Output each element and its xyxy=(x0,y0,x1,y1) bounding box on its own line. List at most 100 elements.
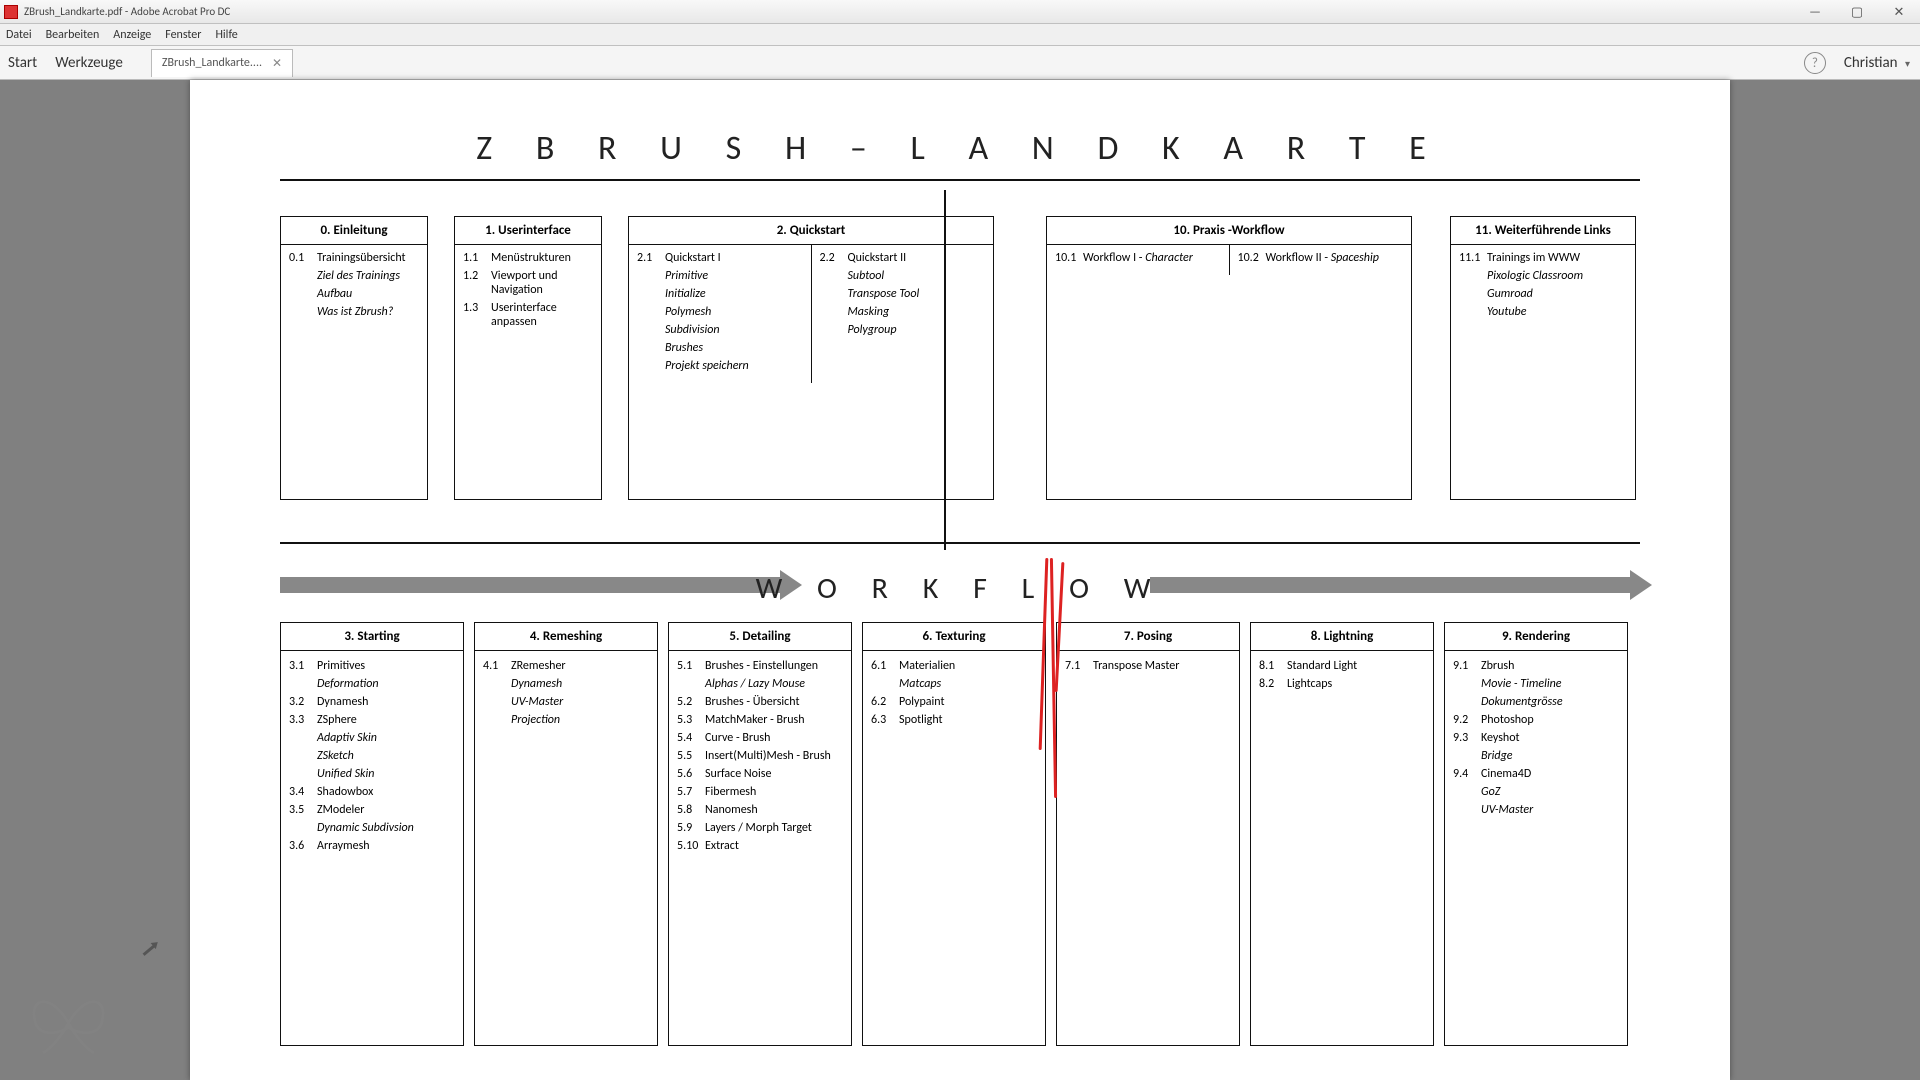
list-item: 5.4Curve - Brush xyxy=(677,731,843,745)
list-item: 3.5ZModeler xyxy=(289,803,455,817)
sub: Masking xyxy=(848,305,986,319)
card-w6: 6. Texturing6.1MaterialienMatcaps6.2Poly… xyxy=(862,622,1046,1046)
sub: Aufbau xyxy=(317,287,419,301)
card-w3: 3. Starting3.1PrimitivesDeformation3.2Dy… xyxy=(280,622,464,1046)
list-item: 9.1Zbrush xyxy=(1453,659,1619,673)
sub: Movie - Timeline xyxy=(1481,677,1619,691)
sub: Primitive xyxy=(665,269,803,283)
idx: 5.5 xyxy=(677,749,705,763)
card-w7: 7. Posing7.1Transpose Master xyxy=(1056,622,1240,1046)
list-item: 4.1ZRemesher xyxy=(483,659,649,673)
sub: Pixologic Classroom xyxy=(1487,269,1627,283)
idx: 8.2 xyxy=(1259,677,1287,691)
menu-bearbeiten[interactable]: Bearbeiten xyxy=(46,28,100,42)
sub: Dynamesh xyxy=(511,677,649,691)
item: Extract xyxy=(705,839,739,853)
tab-tools[interactable]: Werkzeuge xyxy=(55,54,123,72)
card-body: 5.1Brushes - EinstellungenAlphas / Lazy … xyxy=(669,651,851,865)
card-head: 10. Praxis -Workflow xyxy=(1047,217,1411,245)
item: Photoshop xyxy=(1481,713,1534,727)
document-tab[interactable]: ZBrush_Landkarte.... ✕ xyxy=(151,49,293,77)
main-toolbar: Start Werkzeuge ZBrush_Landkarte.... ✕ ?… xyxy=(0,46,1920,80)
menu-hilfe[interactable]: Hilfe xyxy=(215,28,237,42)
card-einleitung: 0. Einleitung 0.1Trainingsübersicht Ziel… xyxy=(280,216,428,500)
item: Quickstart I xyxy=(665,251,721,265)
help-icon[interactable]: ? xyxy=(1804,52,1826,74)
window-title: ZBrush_Landkarte.pdf - Adobe Acrobat Pro… xyxy=(24,5,230,18)
tab-start[interactable]: Start xyxy=(8,54,37,72)
card-head: 8. Lightning xyxy=(1251,623,1433,651)
idx: 1.3 xyxy=(463,301,491,329)
card-head: 9. Rendering xyxy=(1445,623,1627,651)
list-item: 3.1Primitives xyxy=(289,659,455,673)
item: MatchMaker - Brush xyxy=(705,713,805,727)
idx: 9.1 xyxy=(1453,659,1481,673)
list-item: 5.7Fibermesh xyxy=(677,785,843,799)
document-viewport[interactable]: Z B R U S H – L A N D K A R T E 0. Einle… xyxy=(0,80,1920,1080)
idx: 2.1 xyxy=(637,251,665,265)
close-button[interactable]: ✕ xyxy=(1878,0,1920,24)
item: Standard Light xyxy=(1287,659,1357,673)
item: Fibermesh xyxy=(705,785,756,799)
item: ZModeler xyxy=(317,803,364,817)
item: Primitives xyxy=(317,659,365,673)
sub: Brushes xyxy=(665,341,803,355)
idx: 5.3 xyxy=(677,713,705,727)
item: Workflow II - Spaceship xyxy=(1266,251,1379,265)
card-head: 4. Remeshing xyxy=(475,623,657,651)
card-head: 3. Starting xyxy=(281,623,463,651)
menu-datei[interactable]: Datei xyxy=(6,28,32,42)
idx: 9.3 xyxy=(1453,731,1481,745)
list-item: 5.8Nanomesh xyxy=(677,803,843,817)
card-body: 9.1ZbrushMovie - TimelineDokumentgrösse9… xyxy=(1445,651,1627,829)
card-head: 1. Userinterface xyxy=(455,217,601,245)
user-menu[interactable]: Christian ▾ xyxy=(1844,54,1910,72)
card-head: 2. Quickstart xyxy=(629,217,993,245)
item: Curve - Brush xyxy=(705,731,770,745)
item: Viewport und Navigation xyxy=(491,269,593,297)
card-body: 6.1MaterialienMatcaps6.2Polypaint6.3Spot… xyxy=(863,651,1045,739)
list-item: 8.1Standard Light xyxy=(1259,659,1425,673)
list-item: 6.2Polypaint xyxy=(871,695,1037,709)
idx: 5.7 xyxy=(677,785,705,799)
chevron-down-icon: ▾ xyxy=(1905,57,1910,70)
item: Trainings im WWW xyxy=(1487,251,1580,265)
sub: Ziel des Trainings xyxy=(317,269,419,283)
card-head: 11. Weiterführende Links xyxy=(1451,217,1635,245)
item: Keyshot xyxy=(1481,731,1520,745)
list-item: 7.1Transpose Master xyxy=(1065,659,1231,673)
top-card-row: 0. Einleitung 0.1Trainingsübersicht Ziel… xyxy=(280,216,1640,500)
item: Brushes - Übersicht xyxy=(705,695,799,709)
sub: Deformation xyxy=(317,677,455,691)
app-icon xyxy=(4,5,18,19)
card-quickstart: 2. Quickstart 2.1Quickstart I Primitive … xyxy=(628,216,994,500)
item: Workflow I - Character xyxy=(1083,251,1193,265)
sub: Subtool xyxy=(848,269,986,283)
document-tab-label: ZBrush_Landkarte.... xyxy=(162,56,262,70)
idx: 5.2 xyxy=(677,695,705,709)
minimize-button[interactable]: — xyxy=(1794,0,1836,24)
idx: 6.3 xyxy=(871,713,899,727)
card-body: 8.1Standard Light 8.2Lightcaps xyxy=(1251,651,1433,703)
list-item: 3.4Shadowbox xyxy=(289,785,455,799)
user-label: Christian xyxy=(1844,54,1898,72)
list-item: 5.5Insert(Multi)Mesh - Brush xyxy=(677,749,843,763)
maximize-button[interactable]: ▢ xyxy=(1836,0,1878,24)
pdf-page: Z B R U S H – L A N D K A R T E 0. Einle… xyxy=(190,80,1730,1080)
idx: 1.2 xyxy=(463,269,491,297)
item: Materialien xyxy=(899,659,955,673)
idx: 3.2 xyxy=(289,695,317,709)
card-links: 11. Weiterführende Links 11.1Trainings i… xyxy=(1450,216,1636,500)
close-tab-icon[interactable]: ✕ xyxy=(272,56,282,71)
item: Polypaint xyxy=(899,695,945,709)
list-item: 5.10Extract xyxy=(677,839,843,853)
item: Layers / Morph Target xyxy=(705,821,812,835)
item: Lightcaps xyxy=(1287,677,1332,691)
list-item: 5.9Layers / Morph Target xyxy=(677,821,843,835)
idx: 6.2 xyxy=(871,695,899,709)
menu-anzeige[interactable]: Anzeige xyxy=(113,28,151,42)
menu-fenster[interactable]: Fenster xyxy=(165,28,201,42)
arrow-right-icon xyxy=(1150,577,1630,593)
card-body: 3.1PrimitivesDeformation3.2Dynamesh3.3ZS… xyxy=(281,651,463,865)
sub: Youtube xyxy=(1487,305,1627,319)
